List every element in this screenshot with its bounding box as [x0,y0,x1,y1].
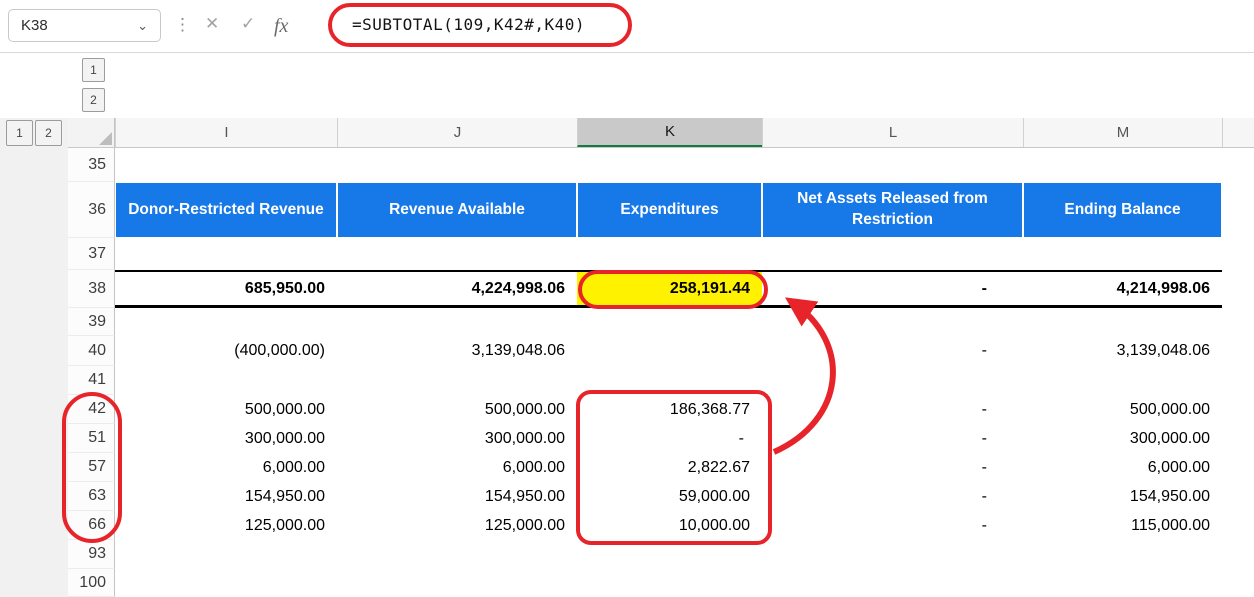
column-title-K36[interactable]: Expenditures [578,183,761,237]
row-header-100[interactable]: 100 [68,569,115,597]
table-row-66: 125,000.00125,000.0010,000.00-115,000.00 [115,511,1222,540]
table-row-57: 6,000.006,000.002,822.67-6,000.00 [115,453,1222,482]
table-row-38: 685,950.004,224,998.06258,191.44-4,214,9… [115,270,1222,308]
row-header-36[interactable]: 36 [68,182,115,238]
row-header-39[interactable]: 39 [68,308,115,336]
row-header-40[interactable]: 40 [68,336,115,366]
table-row-42: 500,000.00500,000.00186,368.77-500,000.0… [115,395,1222,424]
column-title-J36[interactable]: Revenue Available [338,183,576,237]
cell-J38[interactable]: 4,224,998.06 [337,272,577,305]
spreadsheet-grid: 3536Donor-Restricted RevenueRevenue Avai… [0,0,1254,597]
cell-L63[interactable]: - [762,482,1023,511]
cell-L66[interactable]: - [762,511,1023,540]
cell-J42[interactable]: 500,000.00 [337,395,577,424]
cell-K51[interactable]: - [577,424,762,453]
cell-L40[interactable]: - [762,336,1023,366]
cell-J51[interactable]: 300,000.00 [337,424,577,453]
cell-K42[interactable]: 186,368.77 [577,395,762,424]
cell-M63[interactable]: 154,950.00 [1023,482,1222,511]
cell-I38[interactable]: 685,950.00 [115,272,337,305]
cell-J57[interactable]: 6,000.00 [337,453,577,482]
row-header-35[interactable]: 35 [68,148,115,182]
row-header-66[interactable]: 66 [68,511,115,540]
cell-I42[interactable]: 500,000.00 [115,395,337,424]
table-row-51: 300,000.00300,000.00--300,000.00 [115,424,1222,453]
cell-K63[interactable]: 59,000.00 [577,482,762,511]
cell-L51[interactable]: - [762,424,1023,453]
column-title-I36[interactable]: Donor-Restricted Revenue [116,183,336,237]
cell-M66[interactable]: 115,000.00 [1023,511,1222,540]
spreadsheet-app: K38 ⌄ ⋮ ✕ ✓ fx =SUBTOTAL(109,K42#,K40) 1… [0,0,1254,597]
cell-I66[interactable]: 125,000.00 [115,511,337,540]
cell-M42[interactable]: 500,000.00 [1023,395,1222,424]
row-header-51[interactable]: 51 [68,424,115,453]
column-title-M36[interactable]: Ending Balance [1024,183,1221,237]
cell-J66[interactable]: 125,000.00 [337,511,577,540]
cell-M38[interactable]: 4,214,998.06 [1023,272,1222,305]
cell-M51[interactable]: 300,000.00 [1023,424,1222,453]
row-header-63[interactable]: 63 [68,482,115,511]
cell-I40[interactable]: (400,000.00) [115,336,337,366]
cell-I57[interactable]: 6,000.00 [115,453,337,482]
row-header-37[interactable]: 37 [68,238,115,270]
column-title-L36[interactable]: Net Assets Released from Restriction [763,183,1022,237]
table-row-63: 154,950.00154,950.0059,000.00-154,950.00 [115,482,1222,511]
cell-J63[interactable]: 154,950.00 [337,482,577,511]
cell-K66[interactable]: 10,000.00 [577,511,762,540]
cell-M57[interactable]: 6,000.00 [1023,453,1222,482]
row-header-42[interactable]: 42 [68,395,115,424]
row-header-57[interactable]: 57 [68,453,115,482]
cell-K57[interactable]: 2,822.67 [577,453,762,482]
cell-L38[interactable]: - [762,272,1023,305]
cell-K40[interactable] [577,336,762,366]
cell-L42[interactable]: - [762,395,1023,424]
cell-I51[interactable]: 300,000.00 [115,424,337,453]
table-row-40: (400,000.00)3,139,048.06-3,139,048.06 [115,336,1222,366]
cell-L57[interactable]: - [762,453,1023,482]
row-header-41[interactable]: 41 [68,366,115,395]
cell-M40[interactable]: 3,139,048.06 [1023,336,1222,366]
cell-J40[interactable]: 3,139,048.06 [337,336,577,366]
cell-I63[interactable]: 154,950.00 [115,482,337,511]
row-header-93[interactable]: 93 [68,540,115,569]
cell-K38[interactable]: 258,191.44 [577,272,762,305]
row-header-38[interactable]: 38 [68,270,115,308]
